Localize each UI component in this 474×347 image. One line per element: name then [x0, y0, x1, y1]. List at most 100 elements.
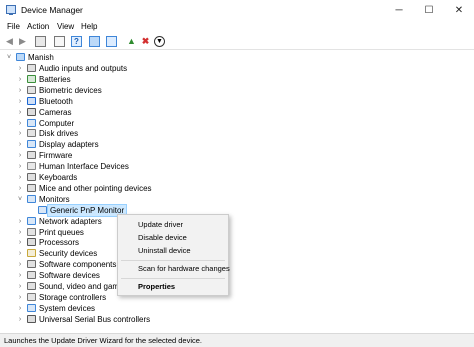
expand-chevron-icon[interactable]: ›: [16, 150, 24, 161]
display-icon[interactable]: [89, 36, 100, 47]
menu-separator: [121, 260, 225, 261]
expand-chevron-icon[interactable]: ›: [16, 118, 24, 129]
menu-file[interactable]: File: [7, 22, 20, 31]
tree-category[interactable]: › Bluetooth: [0, 96, 474, 107]
title-bar: Device Manager ─ ☐ ✕: [0, 0, 474, 20]
close-button[interactable]: ✕: [444, 0, 474, 20]
tree-item-label: Print queues: [39, 227, 84, 237]
tree-item-label: Software devices: [39, 271, 100, 281]
expand-chevron-icon[interactable]: ›: [16, 248, 24, 259]
expand-chevron-icon[interactable]: ›: [16, 183, 24, 194]
tree-item-label: Storage controllers: [39, 292, 107, 302]
tree-category[interactable]: › Firmware: [0, 150, 474, 161]
display-adapter-icon: [27, 140, 36, 149]
camera-icon: [27, 107, 36, 116]
forward-icon[interactable]: ▶: [17, 36, 28, 47]
tree-category[interactable]: › Print queues: [0, 227, 474, 238]
software-component-icon: [27, 260, 36, 269]
menu-uninstall-device[interactable]: Uninstall device: [138, 246, 191, 256]
tree-category[interactable]: › Disk drives: [0, 128, 474, 139]
monitor-icon: [38, 205, 47, 214]
collapse-chevron-icon[interactable]: ˅: [5, 52, 13, 63]
disk-icon: [27, 129, 36, 138]
tree-item-label: Audio inputs and outputs: [39, 64, 128, 73]
tree-category[interactable]: › Processors: [0, 237, 474, 248]
expand-chevron-icon[interactable]: ›: [16, 237, 24, 248]
expand-chevron-icon[interactable]: ›: [16, 74, 24, 85]
speaker-icon: [27, 64, 36, 72]
tree-item-label: Universal Serial Bus controllers: [39, 314, 151, 324]
help-icon[interactable]: ?: [71, 36, 82, 47]
maximize-button[interactable]: ☐: [414, 0, 444, 20]
expand-chevron-icon[interactable]: ›: [16, 270, 24, 281]
tree-item-label: Firmware: [39, 151, 73, 161]
tree-category[interactable]: › Display adapters: [0, 139, 474, 150]
expand-chevron-icon[interactable]: ›: [16, 281, 24, 292]
tree-item-label: Software components: [39, 260, 117, 270]
expand-chevron-icon[interactable]: ›: [16, 216, 24, 227]
expand-chevron-icon[interactable]: ›: [16, 259, 24, 270]
uninstall-icon[interactable]: ✖: [140, 36, 151, 47]
menu-scan-hardware[interactable]: Scan for hardware changes: [138, 264, 230, 274]
scan-hardware-icon[interactable]: [106, 36, 117, 47]
device-view-icon[interactable]: [35, 36, 46, 47]
tree-category[interactable]: › Software devices: [0, 270, 474, 281]
disable-icon[interactable]: ▼: [154, 36, 165, 47]
tree-category[interactable]: › Keyboards: [0, 172, 474, 183]
tree-device-item[interactable]: Generic PnP Monitor: [0, 203, 474, 217]
expand-chevron-icon[interactable]: ›: [16, 227, 24, 238]
tree-category[interactable]: ˅ Monitors: [0, 194, 474, 205]
device-manager-app-icon: [6, 5, 16, 15]
menu-disable-device[interactable]: Disable device: [138, 233, 187, 243]
collapse-chevron-icon[interactable]: ˅: [16, 194, 24, 205]
expand-chevron-icon[interactable]: ›: [16, 85, 24, 96]
expand-chevron-icon[interactable]: ›: [16, 139, 24, 150]
expand-chevron-icon[interactable]: ›: [16, 128, 24, 139]
tree-category[interactable]: › Mice and other pointing devices: [0, 183, 474, 194]
expand-chevron-icon[interactable]: ›: [16, 314, 24, 325]
toolbar: ◀ ▶ ? ▲ ✖ ▼: [0, 34, 474, 50]
menu-properties[interactable]: Properties: [138, 282, 175, 292]
minimize-button[interactable]: ─: [384, 0, 414, 20]
update-driver-icon[interactable]: ▲: [126, 36, 137, 47]
tree-category[interactable]: › System devices: [0, 303, 474, 314]
status-text: Launches the Update Driver Wizard for th…: [4, 336, 203, 345]
window-title: Device Manager: [21, 5, 83, 15]
tree-category[interactable]: › Universal Serial Bus controllers: [0, 314, 474, 325]
tree-category[interactable]: › Human Interface Devices: [0, 161, 474, 172]
tree-category[interactable]: › Security devices: [0, 248, 474, 259]
expand-chevron-icon[interactable]: ›: [16, 96, 24, 107]
menu-update-driver[interactable]: Update driver: [138, 220, 183, 230]
tree-category[interactable]: › Storage controllers: [0, 292, 474, 303]
tree-category[interactable]: › Batteries: [0, 74, 474, 85]
expand-chevron-icon[interactable]: ›: [16, 292, 24, 303]
menu-action[interactable]: Action: [27, 22, 49, 31]
tree-item-label: Security devices: [39, 249, 98, 259]
tree-category[interactable]: › Audio inputs and outputs: [0, 63, 474, 74]
expand-chevron-icon[interactable]: ›: [16, 161, 24, 172]
properties-icon[interactable]: [54, 36, 65, 47]
tree-category[interactable]: › Sound, video and game controllers: [0, 281, 474, 292]
hid-icon: [27, 162, 36, 171]
tree-category[interactable]: › Software components: [0, 259, 474, 270]
back-icon[interactable]: ◀: [4, 36, 15, 47]
tree-category[interactable]: › Computer: [0, 118, 474, 129]
tree-category[interactable]: › Network adapters: [0, 216, 474, 227]
tree-root[interactable]: ˅ Manish: [0, 52, 474, 63]
bluetooth-icon: [27, 96, 36, 105]
tree-item-label: Display adapters: [39, 140, 99, 150]
processor-icon: [27, 238, 36, 247]
expand-chevron-icon[interactable]: ›: [16, 63, 24, 74]
expand-chevron-icon[interactable]: ›: [16, 303, 24, 314]
menu-view[interactable]: View: [57, 22, 74, 31]
tree-category[interactable]: › Cameras: [0, 107, 474, 118]
printer-icon: [27, 227, 36, 236]
device-tree: ˅ Manish › Audio inputs and outputs › Batte…: [0, 50, 474, 332]
expand-chevron-icon[interactable]: ›: [16, 172, 24, 183]
menu-help[interactable]: Help: [81, 22, 97, 31]
menu-separator: [121, 278, 225, 279]
tree-item-label: Generic PnP Monitor: [46, 203, 128, 217]
expand-chevron-icon[interactable]: ›: [16, 107, 24, 118]
tree-item-label: Computer: [39, 118, 75, 128]
tree-category[interactable]: › Biometric devices: [0, 85, 474, 96]
